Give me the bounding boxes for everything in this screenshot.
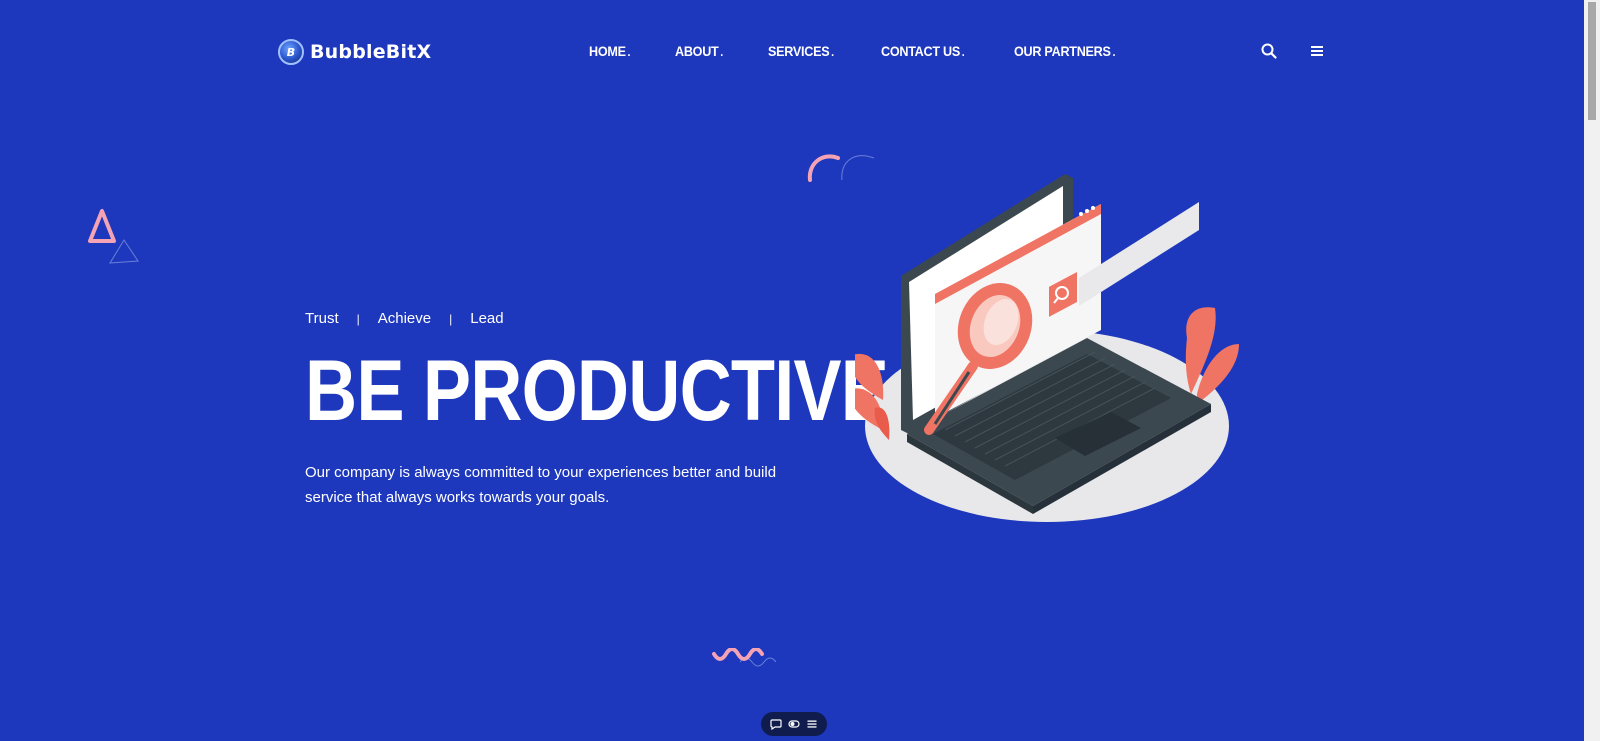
nav-item-label: CONTACT US — [881, 43, 961, 59]
wave-decoration — [712, 648, 777, 667]
nav-item-home[interactable]: HOME. — [589, 43, 631, 59]
nav-item-services[interactable]: SERVICES. — [768, 43, 834, 59]
menu-icon[interactable] — [1308, 42, 1326, 60]
header-actions — [1260, 42, 1326, 60]
nav-item-contact-us[interactable]: CONTACT US. — [881, 43, 965, 59]
tagline-separator: | — [449, 311, 453, 326]
scrollbar-thumb[interactable] — [1588, 2, 1596, 120]
site-header: B BubbleBitX HOME. ABOUT. SERVICES. CONT… — [0, 0, 1584, 104]
nav-item-our-partners[interactable]: OUR PARTNERS. — [1014, 43, 1115, 59]
search-icon[interactable] — [1260, 42, 1278, 60]
nav-item-label: ABOUT — [674, 43, 719, 59]
nav-item-dot: . — [720, 45, 723, 59]
nav-item-dot: . — [831, 45, 835, 59]
main-nav: HOME. ABOUT. SERVICES. CONTACT US. OUR P… — [589, 43, 1127, 59]
hero-description: Our company is always committed to your … — [305, 464, 777, 506]
brand-logo[interactable]: B BubbleBitX — [278, 38, 431, 66]
brand-name: BubbleBitX — [310, 41, 432, 63]
floating-toolbar — [761, 712, 827, 736]
nav-item-label: OUR PARTNERS — [1014, 43, 1111, 59]
laptop-search-illustration — [855, 174, 1239, 522]
tagline-lead: Lead — [470, 310, 504, 327]
brand-mark-icon: B — [278, 39, 304, 65]
hero-title: BE PRODUCTIVE — [305, 343, 889, 439]
nav-item-dot: . — [962, 45, 965, 59]
chat-icon[interactable] — [770, 718, 782, 730]
nav-item-about[interactable]: ABOUT. — [675, 43, 723, 59]
page-scrollbar[interactable] — [1584, 0, 1600, 741]
nav-item-dot: . — [1112, 45, 1116, 59]
tagline-trust: Trust — [305, 310, 339, 327]
triangle-decoration — [88, 209, 139, 264]
toggle-icon[interactable] — [788, 718, 800, 730]
hero-taglines: Trust | Achieve | Lead — [305, 310, 504, 327]
list-icon[interactable] — [806, 718, 818, 730]
nav-item-dot: . — [627, 45, 631, 59]
nav-item-label: HOME — [589, 43, 626, 59]
nav-item-label: SERVICES — [768, 43, 830, 59]
tagline-separator: | — [356, 311, 360, 326]
tagline-achieve: Achieve — [377, 310, 432, 327]
